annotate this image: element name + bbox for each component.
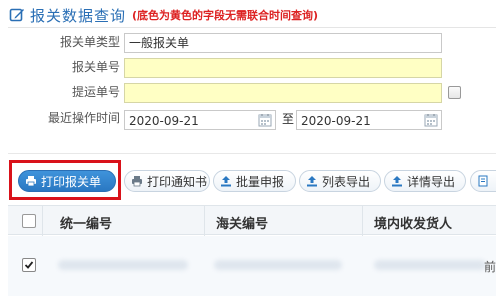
declaration-no-input[interactable]	[124, 58, 442, 78]
column-divider	[42, 206, 43, 236]
redacted-consignee	[374, 260, 486, 270]
export-list-label: 列表导出	[322, 174, 371, 189]
column-header-customs-no[interactable]: 海关编号	[216, 213, 268, 232]
truncated-cell-text: 前	[483, 260, 496, 274]
date-to-value: 2020-09-21	[301, 114, 371, 128]
page-title-bar: 报关数据查询 (底色为黄色的字段无需联合时间查询)	[8, 4, 318, 26]
declaration-type-select[interactable]: 一般报关单	[124, 33, 442, 53]
recent-time-label: 最近操作时间	[47, 111, 120, 125]
print-notice-label: 打印通知书	[147, 174, 208, 189]
export-detail-label: 详情导出	[407, 174, 456, 189]
between-label: 至	[282, 112, 295, 126]
toolbar-divider	[8, 153, 496, 154]
page-title-note: (底色为黄色的字段无需联合时间查询)	[132, 9, 319, 22]
check-icon	[24, 261, 34, 269]
calendar-icon[interactable]	[424, 113, 438, 127]
date-from-value: 2020-09-21	[129, 114, 199, 128]
redacted-unified-no	[58, 260, 188, 270]
column-header-consignee[interactable]: 境内收发货人	[374, 213, 452, 232]
export-detail-button[interactable]: 详情导出	[384, 170, 466, 192]
column-header-unified-no[interactable]: 统一编号	[60, 213, 112, 232]
bill-no-label: 提运单号	[71, 85, 120, 99]
date-to-input[interactable]: 2020-09-21	[296, 110, 442, 130]
upload-icon	[391, 175, 403, 187]
print-notice-button[interactable]: 打印通知书	[124, 170, 210, 192]
export-list-button[interactable]: 列表导出	[299, 170, 381, 192]
declaration-type-label: 报关单类型	[59, 35, 120, 49]
date-from-input[interactable]: 2020-09-21	[124, 110, 276, 130]
table-row[interactable]: 前	[8, 236, 496, 296]
calendar-icon[interactable]	[258, 113, 272, 127]
title-divider	[8, 27, 496, 28]
column-divider	[204, 206, 205, 236]
more-toolbar-button[interactable]	[470, 170, 496, 192]
upload-icon	[306, 175, 318, 187]
grid-header: 统一编号 海关编号 境内收发货人	[8, 205, 496, 236]
printer-icon	[131, 175, 143, 187]
document-icon	[477, 175, 489, 187]
batch-declare-label: 批量申报	[236, 174, 285, 189]
redacted-customs-no	[214, 260, 342, 270]
highlight-box	[9, 160, 121, 200]
row-checkbox[interactable]	[22, 258, 36, 272]
upload-icon	[220, 175, 232, 187]
bill-no-input[interactable]	[124, 83, 442, 103]
batch-declare-button[interactable]: 批量申报	[213, 170, 296, 192]
column-divider	[362, 206, 363, 236]
page-title: 报关数据查询	[30, 6, 127, 25]
declaration-type-value: 一般报关单	[129, 36, 190, 50]
select-all-checkbox[interactable]	[22, 214, 36, 228]
bill-no-checkbox[interactable]	[448, 86, 461, 99]
edit-icon	[8, 6, 26, 24]
declaration-no-label: 报关单号	[71, 60, 120, 74]
